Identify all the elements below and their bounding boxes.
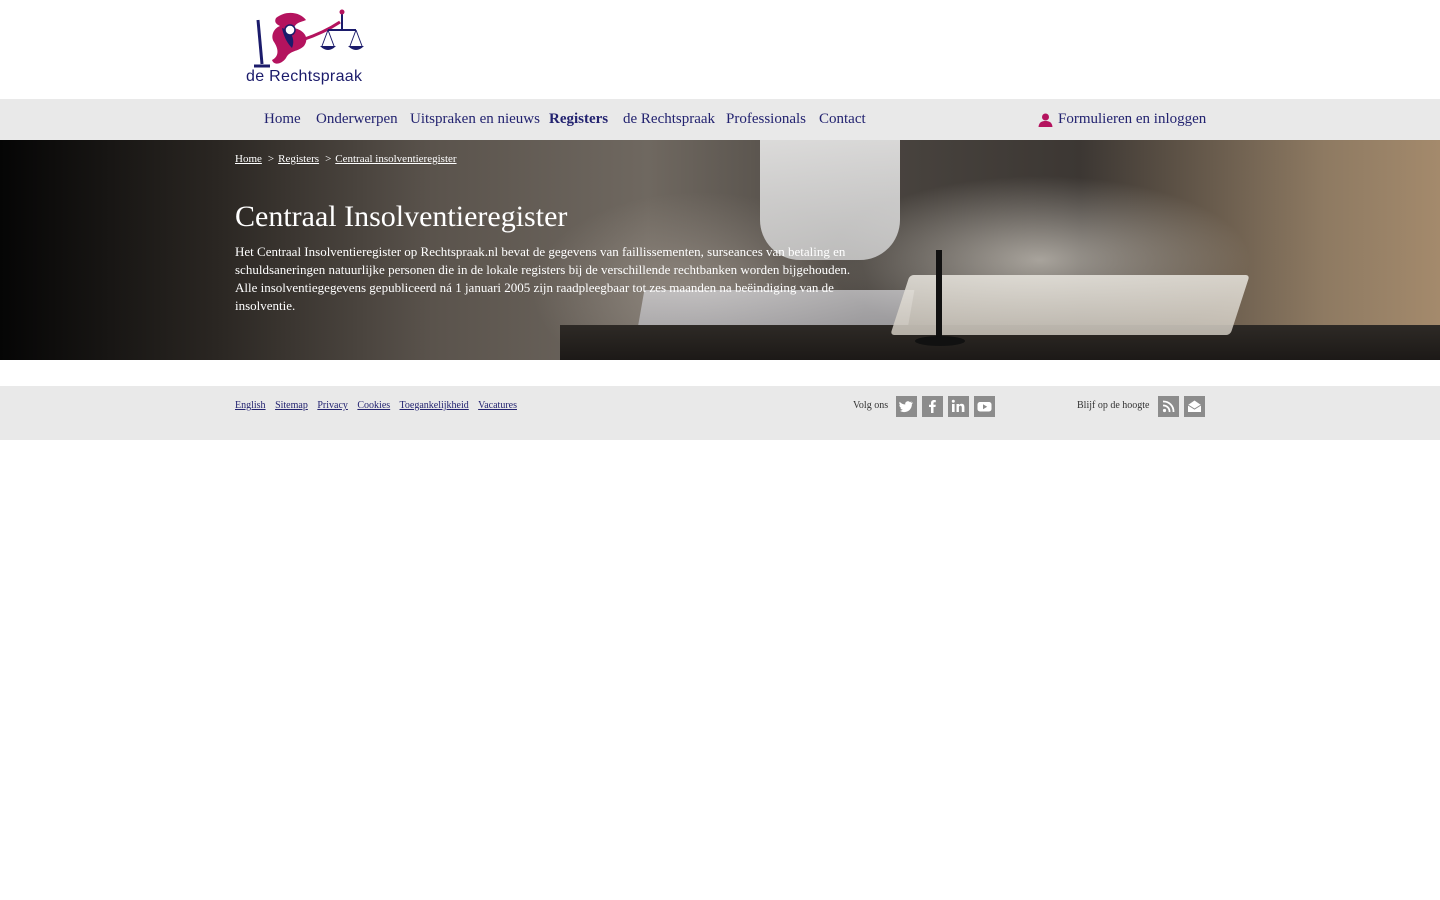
rss-icon[interactable] [1158,396,1179,417]
nav-item-contact[interactable]: Contact [819,111,866,128]
footer-link-english[interactable]: English [235,400,266,411]
mail-icon[interactable] [1184,396,1205,417]
follow-label: Volg ons [853,400,889,411]
rechtspraak-logo[interactable]: de Rechtspraak [244,8,374,90]
footer-link-vacatures[interactable]: Vacatures [478,400,517,411]
page-title: Centraal Insolventieregister [235,200,568,233]
breadcrumb-separator: > [325,153,332,165]
hero-photo-microphone-base [915,336,965,346]
hero-photo-robe [760,140,900,260]
facebook-icon[interactable] [922,396,943,417]
nav-item-home[interactable]: Home [264,111,301,128]
lady-justice-icon [254,9,364,68]
page-intro: Het Centraal Insolventieregister op Rech… [235,244,851,313]
site-header: de Rechtspraak [0,0,1440,99]
breadcrumb-registers[interactable]: Registers [278,153,319,165]
footer-link-sitemap[interactable]: Sitemap [275,400,308,411]
nav-item-uitspraken-en-nieuws[interactable]: Uitspraken en nieuws [410,111,540,128]
footer-link-privacy[interactable]: Privacy [317,400,348,411]
stay-updated-label: Blijf op de hoogte [1077,400,1150,411]
hero-banner: Home > Registers > Centraal insolventieregis… [0,140,1440,360]
user-icon [1038,113,1053,127]
nav-item-de-rechtspraak[interactable]: de Rechtspraak [623,111,715,128]
breadcrumb-current[interactable]: Centraal insolventieregister [335,153,456,165]
breadcrumb-separator: > [267,153,275,165]
footer-links: English Sitemap Privacy Cookies Toeganke… [235,400,524,411]
breadcrumb: Home > Registers > Centraal insolventieregis… [235,153,457,165]
main-navigation: Home Onderwerpen Uitspraken en nieuws Re… [0,99,1440,140]
nav-item-professionals[interactable]: Professionals [726,111,806,128]
twitter-icon[interactable] [896,396,917,417]
site-footer: English Sitemap Privacy Cookies Toeganke… [0,386,1440,440]
breadcrumb-home[interactable]: Home [235,153,262,165]
logo-wordmark: de Rechtspraak [246,68,363,85]
nav-item-registers[interactable]: Registers [549,111,608,128]
footer-link-cookies[interactable]: Cookies [357,400,390,411]
linkedin-icon[interactable] [948,396,969,417]
hero-photo-microphone [936,250,942,340]
login-link[interactable]: Formulieren en inloggen [1038,111,1206,128]
footer-link-toegankelijkheid[interactable]: Toegankelijkheid [400,400,469,411]
youtube-icon[interactable] [974,396,995,417]
hero-photo-book [890,275,1250,335]
login-label: Formulieren en inloggen [1058,111,1207,127]
nav-item-onderwerpen[interactable]: Onderwerpen [316,111,398,128]
